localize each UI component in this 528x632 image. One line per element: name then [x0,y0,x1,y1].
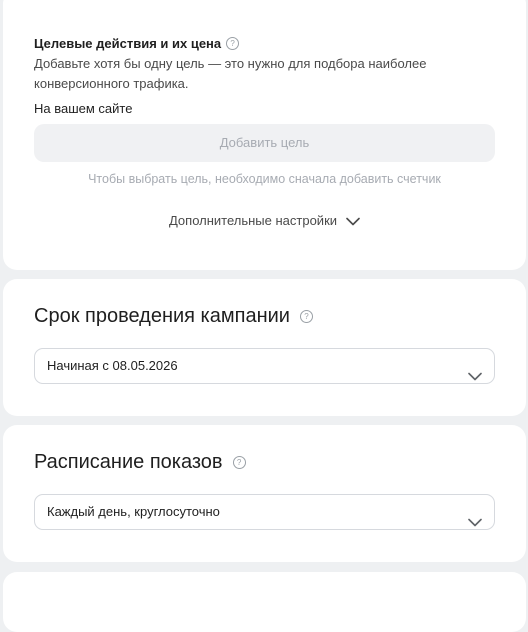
duration-select[interactable]: Начиная с 08.05.2026 [34,348,495,384]
question-circle-icon[interactable]: ? [226,37,240,50]
schedule-title-text: Расписание показов [34,451,223,473]
site-label: На вашем сайте [34,101,133,116]
question-circle-icon[interactable]: ? [232,456,246,469]
duration-title-text: Срок проведения кампании [34,305,290,327]
duration-title: Срок проведения кампании ? [34,305,313,328]
schedule-title: Расписание показов ? [34,451,246,474]
goals-title-text: Целевые действия и их цена [34,36,222,51]
goals-description: Добавьте хотя бы одну цель — это нужно д… [34,56,427,91]
duration-card: Срок проведения кампании ? Начиная с 08.… [3,279,526,416]
goals-title: Целевые действия и их цена ? [34,36,240,51]
add-goal-button[interactable]: Добавить цель [34,124,495,162]
schedule-select-value: Каждый день, круглосуточно [47,504,220,519]
chevron-down-icon [468,360,482,394]
chevron-down-icon [346,214,360,229]
next-card [3,572,526,632]
goals-card: Целевые действия и их цена ? Добавьте хо… [3,0,526,270]
duration-select-value: Начиная с 08.05.2026 [47,358,178,373]
question-circle-icon[interactable]: ? [299,310,313,323]
schedule-select[interactable]: Каждый день, круглосуточно [34,494,495,530]
schedule-card: Расписание показов ? Каждый день, кругло… [3,425,526,562]
more-settings-toggle[interactable]: Дополнительные настройки [3,213,526,229]
chevron-down-icon [468,506,482,540]
more-settings-label: Дополнительные настройки [168,213,338,228]
counter-hint: Чтобы выбрать цель, необходимо сначала д… [88,172,441,186]
